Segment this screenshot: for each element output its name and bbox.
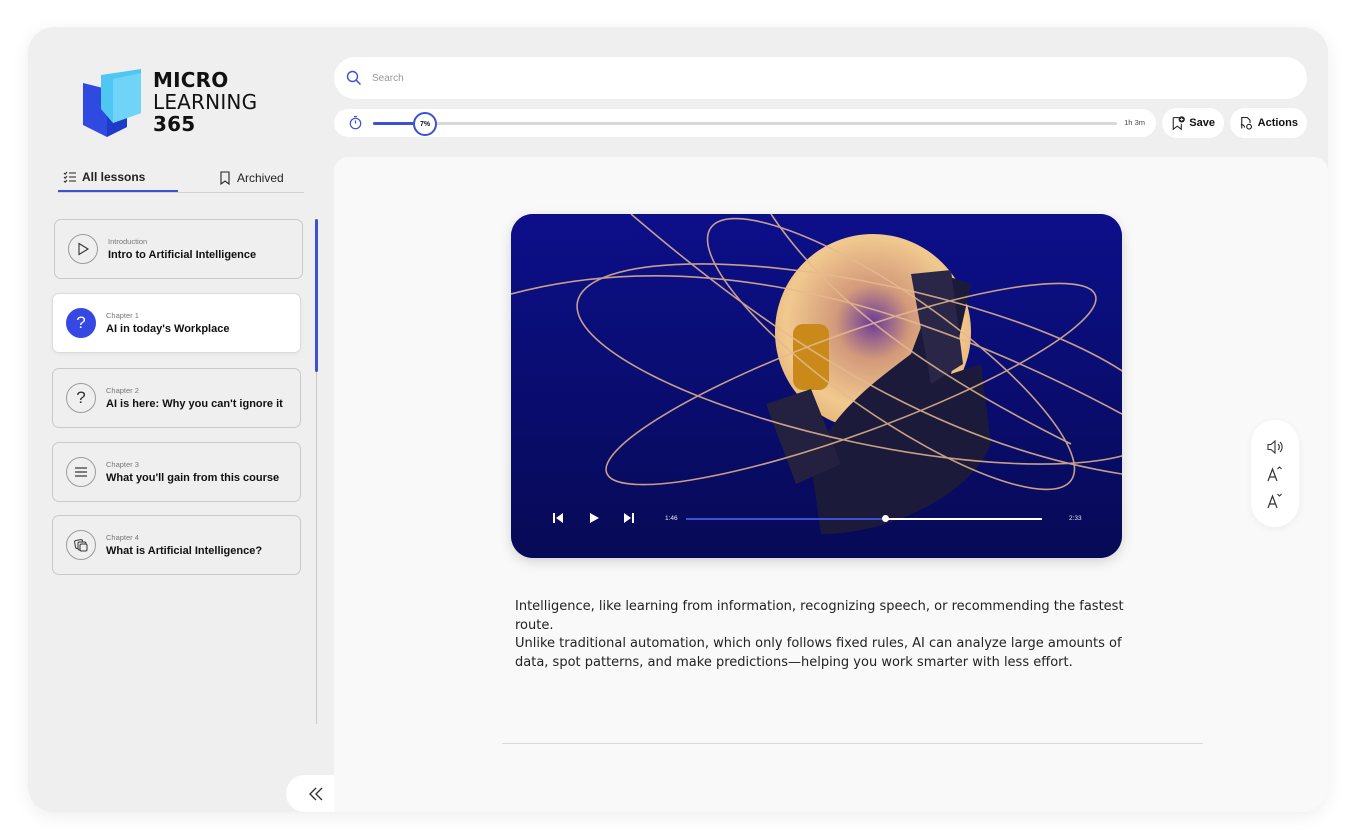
- question-icon: ?: [66, 308, 96, 338]
- video-seek-knob[interactable]: [881, 515, 889, 522]
- actions-button[interactable]: Actions: [1230, 108, 1307, 138]
- search-icon: [346, 70, 362, 86]
- lesson-subtitle: Chapter 3: [106, 460, 139, 469]
- bookmark-add-icon: [1172, 116, 1185, 131]
- video-current-time: 1:46: [665, 515, 678, 522]
- video-player[interactable]: 1:46 2:33: [511, 214, 1122, 558]
- question-icon: ?: [66, 383, 96, 413]
- tab-all-lessons[interactable]: All lessons: [58, 164, 178, 192]
- previous-button[interactable]: [551, 511, 565, 525]
- search-bar: [334, 57, 1307, 99]
- font-decrease-button[interactable]: [1263, 490, 1287, 512]
- lesson-item-intro[interactable]: Introduction Intro to Artificial Intelli…: [54, 219, 303, 279]
- play-icon: [68, 234, 98, 264]
- document-settings-icon: [1240, 116, 1253, 130]
- lesson-item-chapter-4[interactable]: Chapter 4 What is Artificial Intelligenc…: [52, 515, 301, 575]
- list-icon: [66, 457, 96, 487]
- lesson-title: AI is here: Why you can't ignore it: [106, 398, 283, 410]
- font-decrease-icon: [1267, 493, 1282, 509]
- accessibility-toolbar: [1251, 420, 1299, 527]
- body-paragraph-1: Intelligence, like learning from informa…: [515, 599, 1124, 633]
- brand-line-1: MICRO: [153, 68, 229, 92]
- font-increase-button[interactable]: [1263, 463, 1287, 485]
- brand-line-3: 365: [153, 112, 196, 136]
- font-increase-icon: [1267, 466, 1282, 482]
- lesson-content-panel: 1:46 2:33 Intelligence, like learning fr…: [334, 157, 1328, 812]
- checklist-icon: [63, 171, 76, 183]
- stopwatch-icon: [349, 115, 362, 130]
- read-aloud-button[interactable]: [1263, 436, 1287, 458]
- lesson-subtitle: Introduction: [108, 237, 148, 246]
- lesson-title: What is Artificial Intelligence?: [106, 545, 263, 557]
- book-logo-icon: [83, 69, 141, 137]
- double-chevron-left-icon: [309, 787, 323, 800]
- app-window: MICRO LEARNING 365 All lessons Archived: [28, 27, 1328, 812]
- tab-all-lessons-label: All lessons: [82, 170, 146, 184]
- lesson-subtitle: Chapter 1: [106, 311, 139, 320]
- volume-icon: [1267, 439, 1283, 455]
- lesson-item-chapter-2[interactable]: ? Chapter 2 AI is here: Why you can't ig…: [52, 368, 301, 428]
- skip-forward-icon: [624, 513, 634, 523]
- course-progress-bar: 7% 1h 3m: [334, 109, 1156, 137]
- video-seek-fill: [686, 518, 886, 520]
- course-duration: 1h 3m: [1124, 118, 1145, 127]
- brand-name: MICRO LEARNING 365: [153, 69, 257, 135]
- video-frame-robot-hand-image: [511, 214, 1122, 558]
- lesson-scroll-thumb[interactable]: [315, 219, 318, 372]
- lesson-subtitle: Chapter 4: [106, 533, 139, 542]
- lesson-tabs: All lessons Archived: [58, 162, 304, 193]
- content-divider: [502, 743, 1203, 744]
- course-progress-track[interactable]: 7%: [373, 112, 1117, 136]
- lesson-body-text: Intelligence, like learning from informa…: [515, 598, 1140, 672]
- lesson-item-chapter-3[interactable]: Chapter 3 What you'll gain from this cou…: [52, 442, 301, 502]
- play-icon: [590, 513, 599, 523]
- save-button-label: Save: [1189, 117, 1215, 129]
- course-progress-knob[interactable]: 7%: [413, 112, 438, 136]
- search-input[interactable]: [372, 72, 1172, 84]
- video-seek-track[interactable]: [686, 515, 1042, 522]
- save-button[interactable]: Save: [1162, 108, 1224, 138]
- lesson-title: What you'll gain from this course: [106, 472, 280, 484]
- skip-back-icon: [553, 513, 563, 523]
- layers-icon: [66, 530, 96, 560]
- tab-archived[interactable]: Archived: [218, 164, 308, 192]
- brand-line-2: LEARNING: [153, 90, 258, 114]
- video-total-time: 2:33: [1069, 515, 1082, 522]
- lesson-title: Intro to Artificial Intelligence: [108, 249, 257, 261]
- brand-logo: MICRO LEARNING 365: [83, 67, 273, 141]
- bookmark-icon: [220, 171, 230, 185]
- lesson-title: AI in today's Workplace: [106, 323, 230, 335]
- tab-archived-label: Archived: [237, 171, 284, 185]
- course-progress-percent: 7%: [420, 120, 431, 128]
- play-button[interactable]: [587, 511, 601, 525]
- lesson-subtitle: Chapter 2: [106, 386, 139, 395]
- body-paragraph-2: Unlike traditional automation, which onl…: [515, 636, 1122, 670]
- lesson-item-chapter-1[interactable]: ? Chapter 1 AI in today's Workplace: [52, 293, 301, 353]
- next-button[interactable]: [622, 511, 636, 525]
- actions-button-label: Actions: [1257, 117, 1298, 129]
